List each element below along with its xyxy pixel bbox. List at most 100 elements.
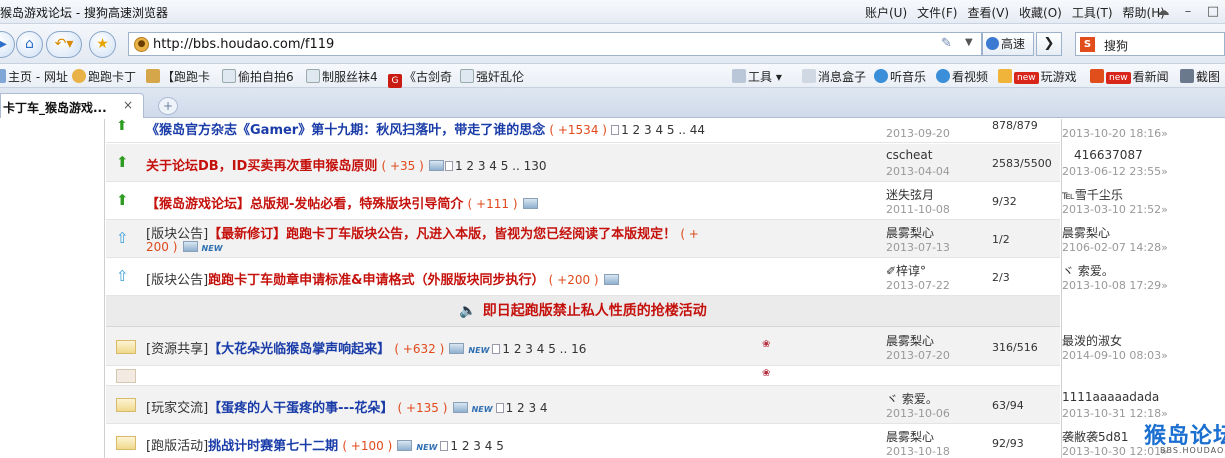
tab-forum[interactable]: 卡丁车_猴岛游戏... × — [0, 93, 144, 118]
bookmark-5[interactable]: 制服丝袜4 — [306, 68, 378, 85]
page-links[interactable]: 1 2 3 4 5 .. 16 — [502, 342, 586, 356]
table-row[interactable]: ❀ — [106, 366, 1060, 386]
menu-tools[interactable]: 工具(T) — [1072, 4, 1113, 21]
message-icon — [802, 69, 816, 83]
table-row[interactable]: ⇧ [版块公告]跑跑卡丁车勋章申请标准&申请格式（外服版块同步执行） ( +20… — [106, 258, 1168, 296]
thread-title[interactable]: 关于论坛DB，ID买卖再次重申猴岛原则 — [146, 159, 377, 174]
table-row[interactable]: ⇧ [版块公告]【最新修订】跑跑卡丁车版块公告，凡进入本版，皆视为您已经阅读了本… — [106, 220, 1168, 258]
home-icon[interactable]: ⌂ — [16, 31, 43, 58]
menu-file[interactable]: 文件(F) — [917, 4, 957, 21]
last-post-date[interactable]: 2013-06-12 23:55» — [1062, 165, 1168, 178]
thread-title[interactable]: 挑战计时赛第七十二期 — [208, 439, 338, 454]
menu-account[interactable]: 账户(U) — [865, 4, 907, 21]
reply-count: 1/2 — [992, 233, 1010, 246]
music[interactable]: 听音乐 — [874, 68, 926, 85]
close-icon[interactable]: × — [123, 98, 133, 112]
last-post-user[interactable]: 416637087 — [1074, 148, 1143, 162]
last-post-user[interactable]: 1111aaaaadada — [1062, 390, 1159, 404]
table-row[interactable]: ⬆ 《猴岛官方杂志《Gamer》第十九期：秋风扫落叶，带走了谁的思念 ( +15… — [106, 119, 1168, 143]
undo-icon[interactable]: ↶▾ — [46, 31, 82, 58]
image-icon — [397, 440, 413, 451]
scissors-icon — [1180, 69, 1194, 83]
author-date: 2013-07-20 — [886, 349, 950, 362]
bookmark-4[interactable]: 偷拍自拍6 — [222, 68, 294, 85]
page-links[interactable]: 1 2 3 4 5 — [450, 439, 503, 453]
last-post-date[interactable]: 2014-09-10 08:03» — [1062, 349, 1168, 362]
last-post-date[interactable]: 2013-10-08 17:29» — [1062, 279, 1168, 292]
last-post-user[interactable]: ℡雪千尘乐 — [1062, 186, 1123, 203]
new-tag: NEW — [416, 443, 438, 452]
new-tab-button[interactable]: + — [158, 97, 178, 115]
bookmark-label: 跑跑卡丁 — [88, 70, 137, 84]
watermark-domain: BBS.HOUDAO.COM — [1160, 446, 1225, 455]
table-row[interactable]: [玩家交流]【蛋疼的人干蛋疼的事---花朵】 ( +135 ) NEW 1 2 3… — [106, 386, 1168, 424]
bookmark-6[interactable]: G 《古剑奇 — [388, 68, 452, 88]
bookmark-label: 主页 - 网址 — [8, 70, 68, 84]
navigation-bar: ▶ ⌂ ↶▾ ★ ● http://bbs.houdao.com/f119 ✎ … — [0, 24, 1225, 64]
last-post-user[interactable]: 晨雾梨心 — [1062, 224, 1110, 241]
thread-title[interactable]: 【蛋疼的人干蛋疼的事---花朵】 — [208, 401, 393, 416]
table-row[interactable]: [跑版活动]挑战计时赛第七十二期 ( +100 ) NEW 1 2 3 4 5 晨… — [106, 424, 1168, 458]
last-post-user[interactable]: 袭敝袭5d81 — [1062, 428, 1129, 445]
image-icon — [449, 343, 465, 354]
page-links[interactable]: 1 2 3 4 5 .. 44 — [621, 123, 705, 137]
doc-icon — [495, 403, 504, 413]
speed-mode-button[interactable]: 高速 — [982, 32, 1034, 56]
table-row[interactable]: [资源共享]【大花朵光临猴岛掌声响起来】 ( +632 ) NEW 1 2 3 4… — [106, 326, 1168, 366]
thread-author[interactable]: cscheat — [886, 148, 933, 162]
announcement-up-icon: ⇧ — [116, 229, 129, 247]
page-edit-icon[interactable]: ✎ — [941, 36, 952, 51]
menu-favorites[interactable]: 收藏(O) — [1019, 4, 1062, 21]
page-links[interactable]: 1 2 3 4 5 .. 130 — [455, 159, 547, 173]
thread-category[interactable]: [资源共享] — [146, 342, 208, 357]
screenshot[interactable]: 截图 — [1180, 68, 1220, 85]
table-row[interactable]: ⬆ 【猴岛游戏论坛】总版规-发帖必看，特殊版块引导简介 ( +111 ) 迷失弦… — [106, 182, 1168, 220]
thread-author[interactable]: 迷失弦月 — [886, 186, 934, 203]
search-box[interactable]: S 搜狗 — [1075, 32, 1225, 56]
dropdown-icon[interactable]: ▼ — [965, 37, 973, 48]
thread-score: ( +1534 ) — [549, 123, 607, 137]
thread-title[interactable]: 跑跑卡丁车勋章申请标准&申请格式（外服版块同步执行） — [208, 273, 544, 288]
url-text: http://bbs.houdao.com/f119 — [153, 37, 335, 52]
bookmark-home[interactable]: 主页 - 网址 — [0, 68, 68, 85]
thread-category[interactable]: [玩家交流] — [146, 401, 208, 416]
globe-icon — [0, 69, 6, 83]
thread-category[interactable]: [跑版活动] — [146, 439, 208, 454]
address-bar[interactable]: ● http://bbs.houdao.com/f119 ✎ ▼ — [128, 32, 982, 56]
page-links[interactable]: 1 2 3 4 — [506, 401, 548, 415]
maximize-icon[interactable]: □ — [1200, 2, 1225, 21]
forward-icon[interactable]: ▶ — [0, 31, 15, 58]
games[interactable]: new 玩游戏 — [998, 68, 1077, 85]
bookmark-7[interactable]: 强奸乱伦 — [460, 68, 524, 85]
thread-title[interactable]: 【猴岛游戏论坛】总版规-发帖必看，特殊版块引导简介 — [146, 197, 463, 212]
thread-title[interactable]: 【大花朵光临猴岛掌声响起来】 — [208, 342, 390, 357]
last-post-date[interactable]: 2106-02-07 14:28» — [1062, 241, 1168, 254]
thread-title[interactable]: 《猴岛官方杂志《Gamer》第十九期：秋风扫落叶，带走了谁的思念 — [146, 123, 545, 138]
tools-menu[interactable]: 工具 ▾ — [732, 68, 782, 85]
favorite-star-icon[interactable]: ★ — [89, 31, 116, 58]
go-button[interactable]: ❯ — [1036, 32, 1062, 56]
thread-category[interactable]: [版块公告] — [146, 273, 208, 288]
thread-author[interactable]: 晨雾梨心 — [886, 332, 934, 349]
news[interactable]: new 看新闻 — [1090, 68, 1169, 85]
menu-view[interactable]: 查看(V) — [967, 4, 1009, 21]
thread-title[interactable]: 【最新修订】跑跑卡丁车版块公告，凡进入本版，皆视为您已经阅读了本版规定！ — [208, 227, 676, 242]
last-post-date[interactable]: 2013-03-10 21:52» — [1062, 203, 1168, 216]
thread-author[interactable]: 晨雾梨心 — [886, 224, 934, 241]
minimize-icon[interactable]: – — [1175, 2, 1201, 21]
envelope-icon — [116, 369, 136, 383]
message-box[interactable]: 消息盒子 — [802, 68, 866, 85]
last-post-date[interactable]: 2013-10-20 18:16» — [1062, 127, 1168, 140]
last-post-user[interactable]: 最泼的淑女 — [1062, 332, 1122, 349]
table-row[interactable]: ⬆ 关于论坛DB，ID买卖再次重申猴岛原则 ( +35 ) 1 2 3 4 5 … — [106, 144, 1168, 182]
reply-count: 2583/5500 — [992, 157, 1052, 170]
bookmark-kart2[interactable]: 【跑跑卡 — [146, 68, 210, 85]
skin-icon[interactable]: ☁ — [1150, 2, 1176, 21]
notice-text[interactable]: 即日起跑版禁止私人性质的抢楼活动 — [483, 303, 707, 319]
thread-author[interactable]: 晨雾梨心 — [886, 428, 934, 445]
thread-author[interactable]: ヾ 索爱。 — [886, 390, 938, 407]
bookmark-kart[interactable]: 跑跑卡丁 — [72, 68, 136, 85]
last-post-user[interactable]: ヾ 索爱。 — [1062, 262, 1114, 279]
thread-author[interactable]: ✐梓谆° — [886, 262, 926, 279]
video[interactable]: 看视频 — [936, 68, 988, 85]
